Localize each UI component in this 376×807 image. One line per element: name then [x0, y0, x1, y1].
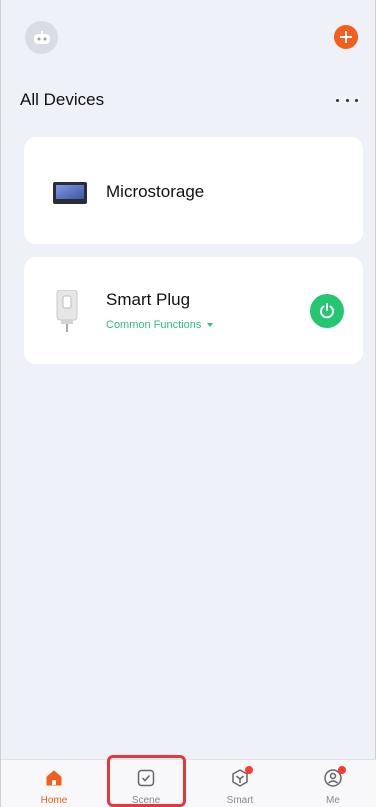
- tab-smart[interactable]: Smart: [210, 760, 270, 807]
- common-functions-label: Common Functions: [106, 319, 202, 331]
- bottom-navigation: Home Scene Smart Me: [1, 759, 376, 807]
- device-name: Smart Plug: [106, 290, 191, 309]
- power-icon: [320, 303, 334, 319]
- smart-cube-icon: [230, 766, 253, 788]
- page-title: All Devices: [20, 90, 105, 109]
- tablet-device-icon: [53, 182, 87, 204]
- robot-avatar-icon[interactable]: [25, 21, 58, 54]
- tab-smart-label: Smart: [226, 795, 254, 806]
- tab-home[interactable]: Home: [24, 760, 84, 807]
- scene-tab-highlight: [107, 755, 186, 807]
- notification-badge: [245, 766, 253, 774]
- more-options-icon[interactable]: [336, 90, 358, 110]
- common-functions-dropdown[interactable]: Common Functions: [106, 319, 214, 331]
- add-device-button[interactable]: [334, 25, 358, 49]
- smart-plug-icon: [56, 290, 78, 332]
- home-icon: [44, 768, 64, 788]
- caret-down-icon: [207, 323, 214, 327]
- device-name: Microstorage: [106, 182, 205, 201]
- notification-badge: [338, 766, 346, 774]
- device-card-microstorage[interactable]: Microstorage: [24, 137, 363, 244]
- power-toggle-button[interactable]: [310, 294, 344, 328]
- plus-icon: [340, 31, 352, 43]
- person-icon: [323, 766, 346, 788]
- app-screen: All Devices Microstorage Smart Plug Comm…: [0, 0, 376, 807]
- tab-me[interactable]: Me: [303, 760, 363, 807]
- tab-home-label: Home: [40, 795, 68, 806]
- device-card-smart-plug[interactable]: Smart Plug Common Functions: [24, 257, 363, 364]
- tab-me-label: Me: [326, 795, 340, 806]
